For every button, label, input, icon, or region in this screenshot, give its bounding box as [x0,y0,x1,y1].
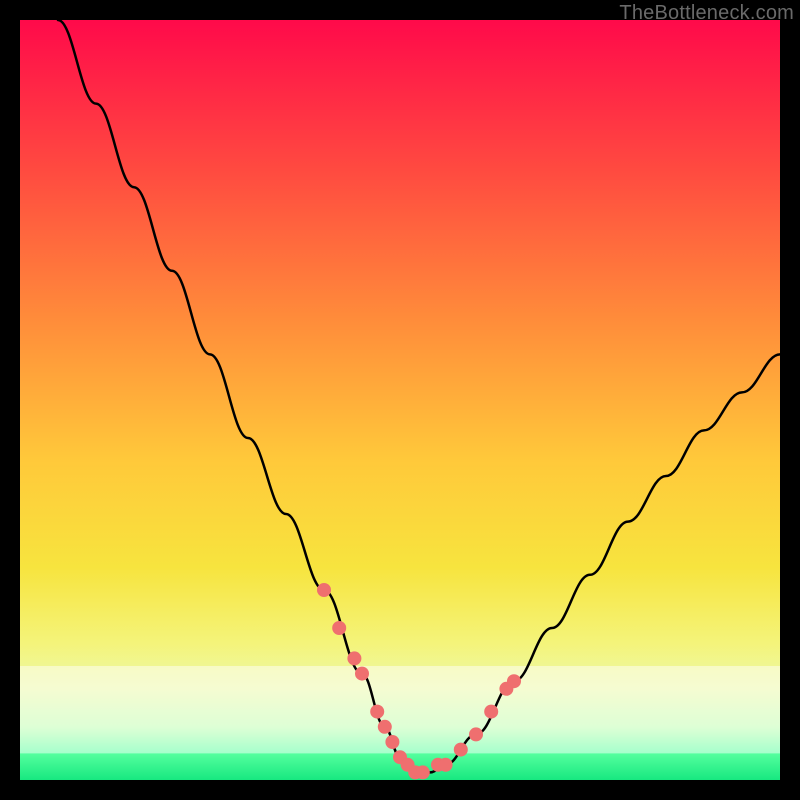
marker-dot [378,720,392,734]
chart-frame [20,20,780,780]
marker-dot [332,621,346,635]
optimal-band [20,666,780,753]
marker-dot [370,705,384,719]
marker-dot [454,743,468,757]
marker-dot [317,583,331,597]
marker-dot [385,735,399,749]
bottleneck-chart [20,20,780,780]
marker-dot [484,705,498,719]
marker-dot [347,651,361,665]
marker-dot [355,667,369,681]
marker-dot [507,674,521,688]
marker-dot [416,765,430,779]
marker-dot [469,727,483,741]
marker-dot [439,758,453,772]
